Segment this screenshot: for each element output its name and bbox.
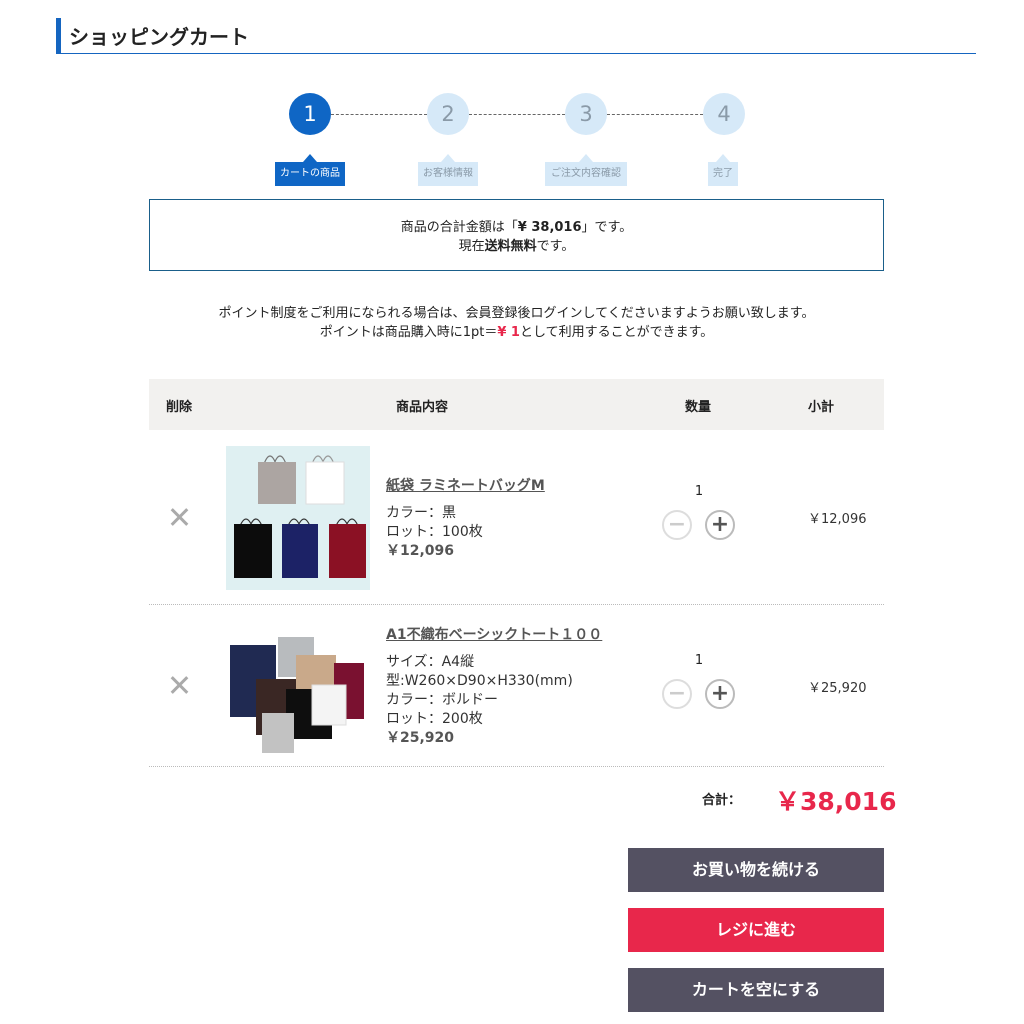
page-title: ショッピングカート [56,18,976,54]
step-1-label: カートの商品 [275,154,345,186]
step-1-circle: 1 [289,93,331,135]
product-price: ￥12,096 [386,543,455,559]
summary-text: 商品の合計金額は「 [400,220,518,235]
quantity-value: 1 [694,484,704,499]
point-rate-value: ¥ 1 [497,325,520,340]
row-subtotal: ￥25,920 [808,681,867,696]
summary-text: 現在 [458,239,485,254]
product-detail: サイズ：A4縦 [386,654,475,670]
plus-icon[interactable]: + [705,679,735,709]
header-subtotal: 小計 [808,400,835,415]
page-title-text: ショッピングカート [69,25,249,49]
product-image-nonwoven-tote[interactable] [226,620,370,764]
quantity-value: 1 [694,653,704,668]
plus-icon[interactable]: + [705,510,735,540]
notice-text: として利用することができます。 [519,325,714,340]
row-divider [149,604,884,605]
summary-text: です。 [536,239,575,254]
product-name-link[interactable]: 紙袋 ラミネートバッグM [386,475,545,495]
close-icon[interactable] [168,506,190,528]
product-detail: ロット：100枚 [386,524,483,540]
minus-icon[interactable]: − [662,679,692,709]
product-detail: 型:W260×D90×H330(mm) [386,673,573,689]
step-connector [331,114,427,115]
notice-text: ポイントは商品購入時に1pt＝ [319,325,498,340]
step-4-label: 完了 [708,154,738,186]
cart-table-header: 削除 商品内容 数量 小計 [149,379,884,430]
free-shipping-text: 送料無料 [484,239,537,254]
summary-amount: ¥ 38,016 [517,220,582,235]
product-detail: カラー：黒 [386,505,456,521]
checkout-button[interactable]: レジに進む [628,908,884,952]
total-value: ￥38,016 [775,787,897,816]
step-connector [469,114,565,115]
product-image-laminate-bag[interactable] [226,446,370,590]
point-notice-line1: ポイント制度をご利用になられる場合は、会員登録後ログインしてくださいますようお願… [218,306,815,321]
empty-cart-button[interactable]: カートを空にする [628,968,884,1012]
step-connector [607,114,703,115]
product-price: ￥25,920 [386,730,455,746]
cart-summary-box: 商品の合計金額は「¥ 38,016」です。 現在送料無料です。 [149,199,884,271]
header-product: 商品内容 [396,400,449,415]
step-2-label: お客様情報 [418,154,478,186]
summary-total-line: 商品の合計金額は「¥ 38,016」です。 [150,216,883,235]
summary-shipping-line: 現在送料無料です。 [150,235,883,254]
product-detail: ロット：200枚 [386,711,483,727]
step-3-label: ご注文内容確認 [545,154,627,186]
step-4-circle: 4 [703,93,745,135]
close-icon[interactable] [168,674,190,696]
minus-icon[interactable]: − [662,510,692,540]
header-quantity: 数量 [685,400,712,415]
row-divider [149,766,884,767]
point-notice-line2: ポイントは商品購入時に1pt＝¥ 1として利用することができます。 [149,321,884,340]
product-name-link[interactable]: A1不織布ベーシックトート１００ [386,624,602,644]
product-detail: カラー：ボルドー [386,692,498,708]
header-delete: 削除 [166,400,193,415]
row-subtotal: ￥12,096 [808,512,867,527]
step-3-circle: 3 [565,93,607,135]
step-2-circle: 2 [427,93,469,135]
continue-shopping-button[interactable]: お買い物を続ける [628,848,884,892]
total-label: 合計： [702,793,742,808]
summary-text: 」です。 [581,220,633,235]
